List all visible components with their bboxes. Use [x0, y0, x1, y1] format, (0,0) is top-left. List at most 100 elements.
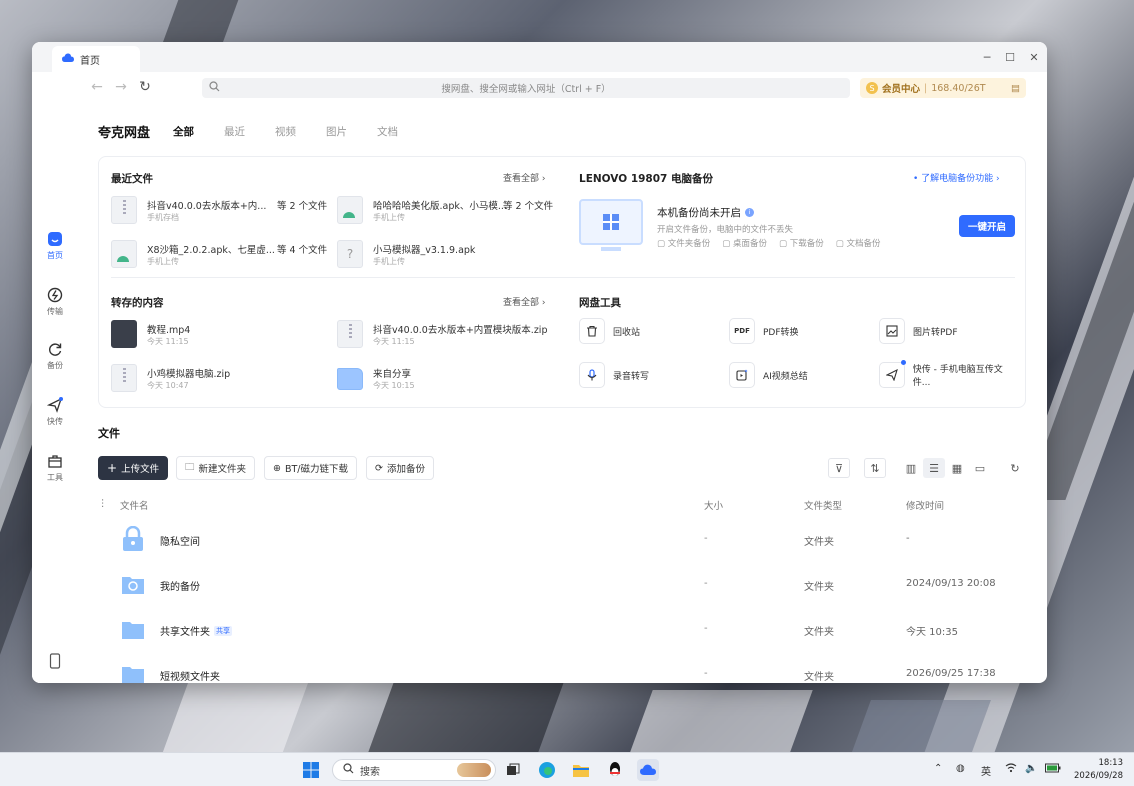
sidebar-item-home[interactable]: 首页 — [32, 230, 78, 261]
refresh-list-icon[interactable]: ↻ — [1004, 458, 1026, 478]
coin-icon: S — [866, 82, 878, 94]
upload-file-button[interactable]: + 上传文件 — [98, 456, 169, 480]
file-modified: - — [906, 533, 910, 544]
refresh-icon[interactable]: ↻ — [136, 78, 154, 96]
file-time: 今天 10:47 — [147, 381, 189, 390]
file-name-text: 隐私空间 — [160, 537, 200, 548]
sidebar-item-backup[interactable]: 备份 — [32, 340, 78, 371]
file-type: 文件夹 — [804, 582, 834, 593]
tool-image-to-pdf[interactable]: 图片转PDF — [879, 317, 1019, 345]
notification-dot — [900, 360, 906, 365]
tab-home[interactable]: 首页 — [52, 46, 140, 72]
quark-drive-taskbar-icon[interactable] — [637, 759, 659, 781]
sidebar-item-label: 首页 — [47, 251, 63, 260]
taskbar-search-label: 搜索 — [360, 766, 380, 778]
qq-icon[interactable] — [604, 759, 626, 781]
table-row[interactable]: 共享文件夹 共享 - 文件夹 今天 10:35 — [98, 608, 1026, 652]
button-label: 添加备份 — [386, 464, 425, 475]
search-input[interactable]: 搜网盘、搜全网或输入网址（Ctrl + F） — [202, 78, 850, 98]
tool-recycle-bin[interactable]: 回收站 — [579, 317, 719, 345]
task-view-icon[interactable] — [502, 759, 524, 781]
back-arrow-icon[interactable]: ← — [88, 78, 106, 96]
saved-view-all-link[interactable]: 查看全部 › — [503, 295, 545, 308]
file-name: 隐私空间 — [160, 533, 200, 548]
start-button[interactable] — [300, 759, 322, 781]
new-folder-button[interactable]: 🗀 新建文件夹 — [176, 456, 256, 480]
recent-file-item[interactable]: 抖音v40.0.0去水版本+内... 等 2 个文件 手机存档 — [111, 195, 327, 227]
tab-recent[interactable]: 最近 — [224, 124, 245, 139]
file-name-text: 短视频文件夹 — [160, 672, 220, 683]
phone-button[interactable] — [32, 652, 78, 670]
saved-file-item[interactable]: 来自分享 今天 10:15 — [337, 363, 552, 395]
column-view-icon[interactable]: ▥ — [900, 458, 922, 478]
vip-separator: | — [924, 82, 928, 94]
home-icon — [46, 230, 64, 248]
select-all-checkbox[interactable]: ⋮ — [98, 498, 108, 509]
tab-video[interactable]: 视频 — [275, 124, 296, 139]
file-explorer-icon[interactable] — [570, 759, 592, 781]
computer-monitor-icon — [579, 199, 643, 251]
backup-learn-link[interactable]: • 了解电脑备份功能 › — [913, 171, 1000, 184]
tool-quick-send[interactable]: 快传 - 手机电脑互传文件... — [879, 360, 1019, 389]
quick-send-icon — [46, 396, 64, 414]
sidebar-item-quick-send[interactable]: 快传 — [32, 396, 78, 427]
sidebar-item-toolbox[interactable]: 工具 — [32, 452, 78, 483]
column-type[interactable]: 文件类型 — [804, 498, 842, 512]
tab-image[interactable]: 图片 — [326, 124, 347, 139]
table-row[interactable]: 隐私空间 - 文件夹 - — [98, 518, 1026, 562]
filter-icon[interactable]: ⊽ — [828, 458, 850, 478]
tray-expand-icon[interactable]: ⌃ — [934, 763, 942, 774]
saved-file-item[interactable]: 教程.mp4 今天 11:15 — [111, 319, 326, 351]
minimize-button[interactable]: ─ — [978, 48, 996, 66]
column-size[interactable]: 大小 — [704, 498, 723, 512]
sort-icon[interactable]: ⇅ — [864, 458, 886, 478]
tool-audio-transcribe[interactable]: 录音转写 — [579, 361, 719, 389]
card-view-icon[interactable]: ▭ — [969, 458, 991, 478]
table-row[interactable]: 我的备份 - 文件夹 2024/09/13 20:08 — [98, 563, 1026, 607]
recent-file-item[interactable]: X8沙箱_2.0.2.apk、七星虚... 等 4 个文件 手机上传 — [111, 239, 327, 271]
wifi-icon[interactable] — [1005, 763, 1017, 776]
tag-label: 文件夹备份 — [667, 239, 711, 249]
apk-file-icon — [111, 240, 137, 268]
recent-file-item[interactable]: ? 小马模拟器_v3.1.9.apk 手机上传 — [337, 239, 552, 271]
table-row[interactable]: 短视频文件夹 - 文件夹 2026/09/25 17:38 — [98, 653, 1026, 683]
add-backup-button[interactable]: ⟳ 添加备份 — [366, 456, 434, 480]
edge-browser-icon[interactable] — [536, 759, 558, 781]
sidebar-item-label: 快传 — [47, 417, 63, 426]
tab-document[interactable]: 文档 — [377, 124, 398, 139]
toolbox-icon — [46, 452, 64, 470]
recent-view-all-link[interactable]: 查看全部 › — [503, 171, 545, 184]
battery-icon[interactable] — [1045, 763, 1061, 776]
taskbar-search[interactable]: 搜索 — [332, 759, 496, 781]
overview-panel: 最近文件 查看全部 › 抖音v40.0.0去水版本+内... 等 2 个文件 手… — [98, 156, 1026, 408]
file-name: 抖音v40.0.0去水版本+内置模块版本.zip — [373, 325, 548, 336]
forward-arrow-icon[interactable]: → — [112, 78, 130, 96]
tab-all[interactable]: 全部 — [173, 124, 194, 139]
file-name-text: 共享文件夹 — [160, 627, 210, 638]
file-modified: 2026/09/25 17:38 — [906, 668, 996, 679]
close-button[interactable]: ✕ — [1025, 48, 1043, 66]
button-label: BT/磁力链下载 — [284, 464, 348, 475]
sidebar: 首页 传输 备份 快传 工具 — [32, 102, 78, 683]
column-filename[interactable]: 文件名 — [120, 498, 149, 512]
enable-backup-button[interactable]: 一键开启 — [959, 215, 1015, 237]
vip-center-button[interactable]: S 会员中心 | 168.40/26T ▤ — [860, 78, 1026, 98]
column-modified[interactable]: 修改时间 — [906, 498, 944, 512]
saved-file-item[interactable]: 小鸡模拟器电脑.zip 今天 10:47 — [111, 363, 326, 395]
file-name: 短视频文件夹 — [160, 668, 220, 683]
info-icon[interactable]: i — [745, 208, 754, 217]
list-view-icon[interactable]: ☰ — [923, 458, 945, 478]
maximize-button[interactable]: ☐ — [1001, 48, 1019, 66]
volume-icon[interactable]: 🔈 — [1025, 763, 1037, 774]
clock-time: 18:13 — [1098, 758, 1124, 768]
bt-download-button[interactable]: ⊕ BT/磁力链下载 — [264, 456, 357, 480]
recent-file-item[interactable]: 哈哈哈哈美化版.apk、小马模... 等 2 个文件 手机上传 — [337, 195, 553, 227]
saved-file-item[interactable]: 抖音v40.0.0去水版本+内置模块版本.zip 今天 11:15 — [337, 319, 577, 351]
sidebar-item-transfer[interactable]: 传输 — [32, 286, 78, 317]
ime-indicator[interactable]: 英 — [981, 763, 991, 778]
tool-ai-video-summary[interactable]: AI视频总结 — [729, 361, 869, 389]
system-clock[interactable]: 18:13 2026/09/28 — [1074, 757, 1123, 783]
tool-pdf-convert[interactable]: PDF PDF转换 — [729, 317, 869, 345]
tray-network-app-icon[interactable]: ◍ — [956, 763, 965, 774]
grid-view-icon[interactable]: ▦ — [946, 458, 968, 478]
